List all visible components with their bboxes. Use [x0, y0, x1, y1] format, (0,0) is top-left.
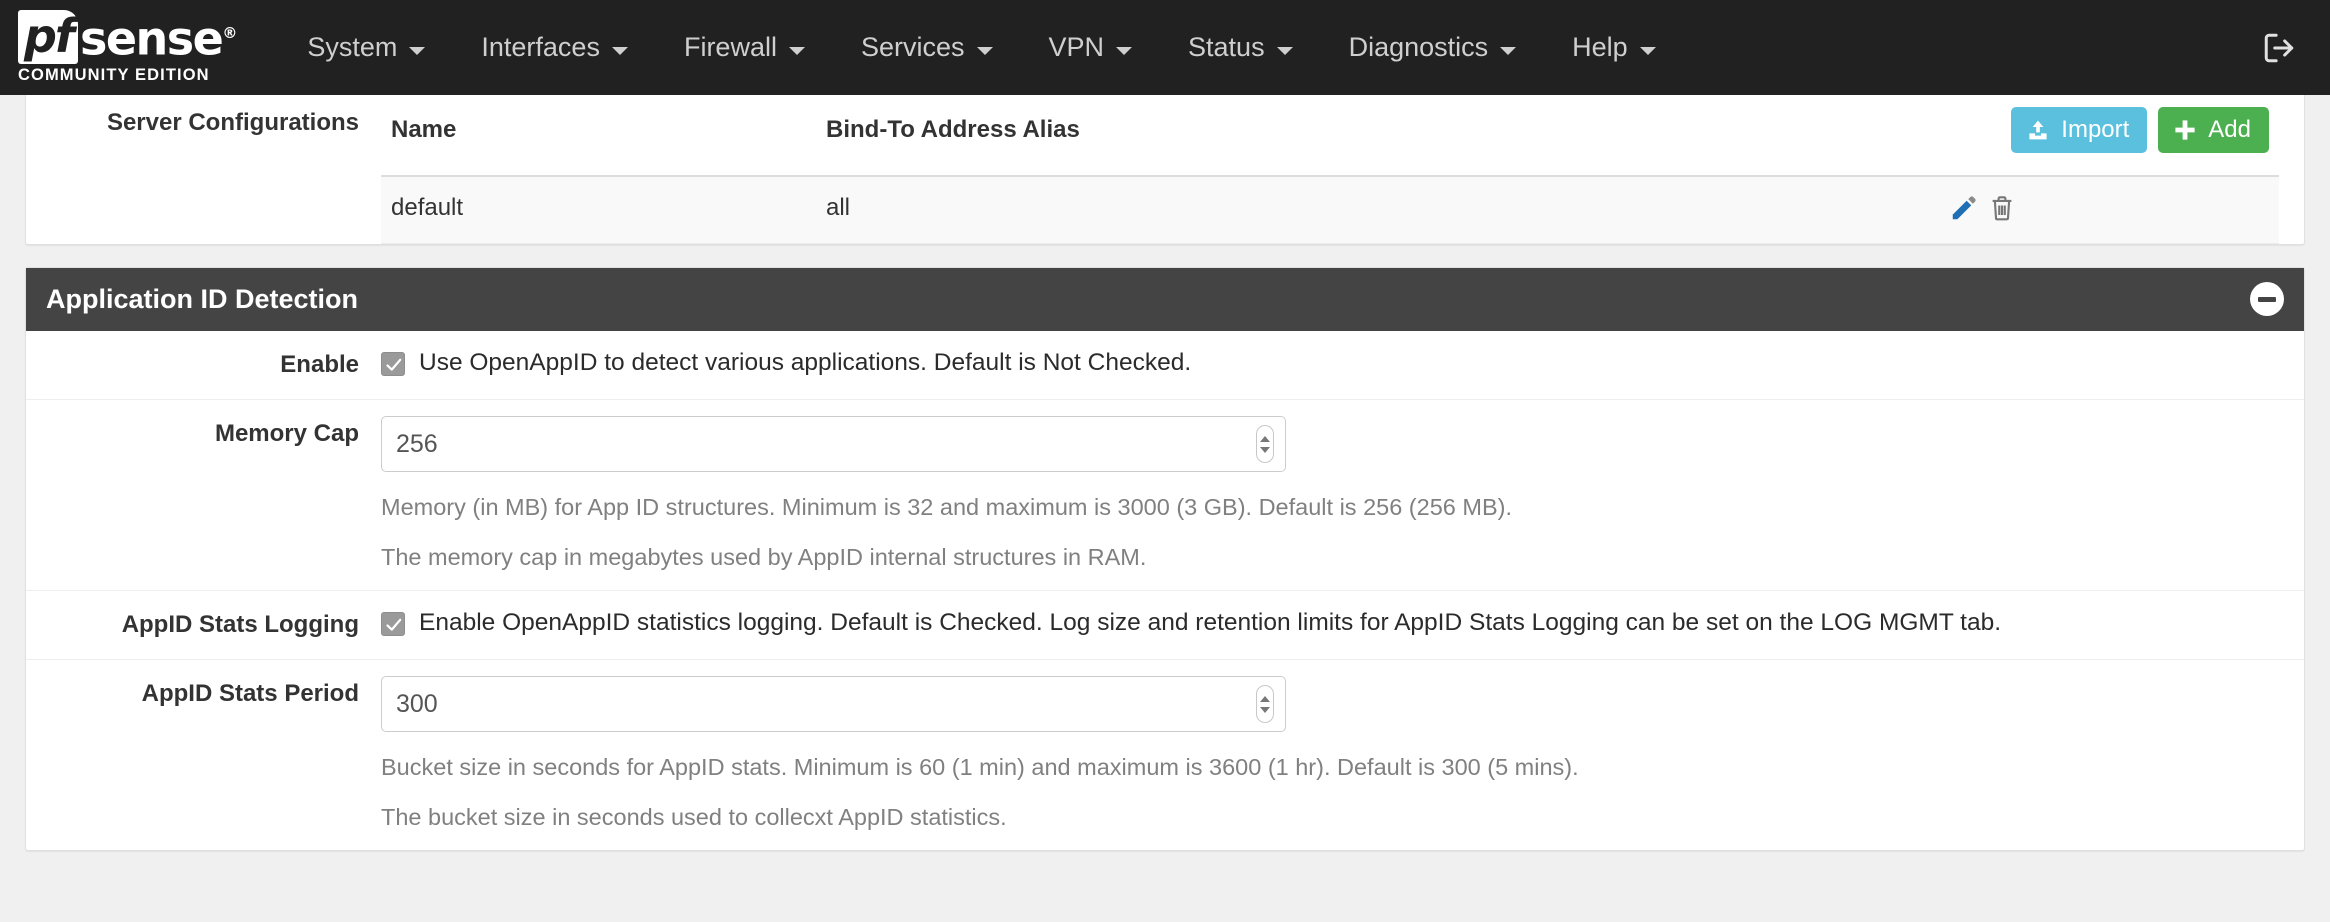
pencil-icon[interactable]: [1949, 193, 1979, 223]
memory-cap-help-1: Memory (in MB) for App ID structures. Mi…: [381, 492, 2280, 524]
chevron-down-icon: [612, 47, 628, 55]
chevron-down-icon: [409, 47, 425, 55]
navbar-menu: System Interfaces Firewall Services VPN …: [279, 0, 1683, 95]
cell-bind-alias: all: [816, 176, 1949, 244]
nav-item-interfaces-label: Interfaces: [481, 32, 600, 63]
appid-stats-logging-form-group: AppID Stats Logging Enable OpenAppID sta…: [26, 591, 2304, 660]
column-header-bind-alias: Bind-To Address Alias: [816, 95, 1949, 176]
appid-stats-logging-control: Enable OpenAppID statistics logging. Def…: [381, 591, 2304, 659]
stepper-up-icon[interactable]: [1260, 436, 1270, 442]
table-header-row: Name Bind-To Address Alias: [381, 95, 2279, 176]
chevron-down-icon: [1116, 47, 1132, 55]
appid-stats-period-form-group: AppID Stats Period Bucket size in second…: [26, 660, 2304, 849]
appid-stats-logging-label: AppID Stats Logging: [26, 591, 381, 659]
stepper-up-icon[interactable]: [1260, 696, 1270, 702]
import-button[interactable]: Import: [2011, 107, 2147, 153]
nav-item-help[interactable]: Help: [1544, 0, 1684, 95]
cell-row-actions: [1949, 176, 2279, 244]
sense-logo-text: sense®: [80, 8, 237, 63]
minus-bar: [2258, 297, 2276, 302]
enable-control: Use OpenAppID to detect various applicat…: [381, 331, 2304, 399]
nav-item-firewall[interactable]: Firewall: [656, 0, 833, 95]
enable-form-group: Enable Use OpenAppID to detect various a…: [26, 331, 2304, 400]
plus-icon: [2173, 118, 2197, 142]
check-icon: [385, 356, 403, 374]
pfsense-brand-logo[interactable]: pf sense® COMMUNITY EDITION: [18, 8, 237, 86]
nav-item-interfaces[interactable]: Interfaces: [453, 0, 656, 95]
chevron-down-icon: [1500, 47, 1516, 55]
table-body: default all: [381, 176, 2279, 244]
registered-mark-icon: ®: [222, 24, 237, 42]
stepper-down-icon[interactable]: [1260, 707, 1270, 713]
table-toolbar: Import Add: [1959, 107, 2269, 153]
memory-cap-input-wrap: [381, 416, 1286, 472]
server-configurations-table-wrap: Name Bind-To Address Alias: [381, 95, 2304, 244]
appid-stats-period-control: Bucket size in seconds for AppID stats. …: [381, 660, 2304, 849]
nav-item-vpn-label: VPN: [1049, 32, 1105, 63]
upload-icon: [2026, 118, 2050, 142]
trash-icon[interactable]: [1987, 193, 2017, 223]
page-content: Server Configurations Name Bind-To Addre…: [0, 95, 2330, 851]
nav-item-firewall-label: Firewall: [684, 32, 777, 63]
appid-stats-period-label: AppID Stats Period: [26, 660, 381, 849]
appid-stats-period-help-2: The bucket size in seconds used to colle…: [381, 802, 2280, 834]
appid-stats-logging-checkbox-line: Enable OpenAppID statistics logging. Def…: [381, 607, 2280, 639]
row-action-icons: [1949, 193, 2269, 223]
application-id-detection-heading[interactable]: Application ID Detection: [26, 268, 2304, 331]
import-button-label: Import: [2061, 118, 2129, 142]
memory-cap-control: Memory (in MB) for App ID structures. Mi…: [381, 400, 2304, 589]
brand-logo-row: pf sense®: [18, 8, 237, 63]
appid-stats-period-help-1: Bucket size in seconds for AppID stats. …: [381, 752, 2280, 784]
memory-cap-form-group: Memory Cap Memory (in MB) for App ID str…: [26, 400, 2304, 590]
appid-stats-period-input-wrap: [381, 676, 1286, 732]
chevron-down-icon: [977, 47, 993, 55]
table-head: Name Bind-To Address Alias: [381, 95, 2279, 176]
enable-checkbox[interactable]: [381, 352, 405, 376]
top-navbar: pf sense® COMMUNITY EDITION System Inter…: [0, 0, 2330, 95]
chevron-down-icon: [1640, 47, 1656, 55]
add-button-label: Add: [2208, 118, 2251, 142]
nav-item-services-label: Services: [861, 32, 965, 63]
brand-subtitle: COMMUNITY EDITION: [18, 66, 237, 85]
minus-circle-icon[interactable]: [2250, 282, 2284, 316]
enable-checkbox-line: Use OpenAppID to detect various applicat…: [381, 347, 2280, 379]
chevron-down-icon: [1277, 47, 1293, 55]
enable-label: Enable: [26, 331, 381, 399]
appid-stats-logging-checkbox[interactable]: [381, 612, 405, 636]
memory-cap-input[interactable]: [381, 416, 1286, 472]
nav-item-services[interactable]: Services: [833, 0, 1021, 95]
stepper-down-icon[interactable]: [1260, 447, 1270, 453]
memory-cap-label: Memory Cap: [26, 400, 381, 589]
panel-title: Application ID Detection: [46, 284, 358, 315]
navbar-right-area: [2262, 31, 2302, 65]
nav-item-status-label: Status: [1188, 32, 1265, 63]
nav-item-help-label: Help: [1572, 32, 1628, 63]
logout-icon[interactable]: [2262, 31, 2296, 65]
server-configurations-label: Server Configurations: [26, 95, 381, 137]
appid-stats-period-stepper[interactable]: [1256, 685, 1274, 723]
table-actions-header: Import Add: [1949, 95, 2279, 176]
chevron-down-icon: [789, 47, 805, 55]
table-row[interactable]: default all: [381, 176, 2279, 244]
nav-item-system-label: System: [307, 32, 397, 63]
memory-cap-stepper[interactable]: [1256, 425, 1274, 463]
pf-logo-mark: pf: [18, 10, 78, 64]
nav-item-vpn[interactable]: VPN: [1021, 0, 1161, 95]
cell-name: default: [381, 176, 816, 244]
server-configurations-table: Name Bind-To Address Alias: [381, 95, 2279, 244]
memory-cap-help-2: The memory cap in megabytes used by AppI…: [381, 542, 2280, 574]
server-configurations-panel: Server Configurations Name Bind-To Addre…: [25, 95, 2305, 245]
nav-item-diagnostics[interactable]: Diagnostics: [1321, 0, 1545, 95]
nav-item-diagnostics-label: Diagnostics: [1349, 32, 1489, 63]
nav-item-status[interactable]: Status: [1160, 0, 1321, 95]
appid-stats-logging-text: Enable OpenAppID statistics logging. Def…: [419, 607, 2001, 639]
application-id-detection-panel: Application ID Detection Enable Use Open…: [25, 267, 2305, 851]
check-icon: [385, 616, 403, 634]
nav-item-system[interactable]: System: [279, 0, 453, 95]
appid-stats-period-input[interactable]: [381, 676, 1286, 732]
enable-checkbox-text: Use OpenAppID to detect various applicat…: [419, 347, 1191, 379]
server-configurations-row: Server Configurations Name Bind-To Addre…: [26, 95, 2304, 244]
column-header-name: Name: [381, 95, 816, 176]
add-button[interactable]: Add: [2158, 107, 2269, 153]
